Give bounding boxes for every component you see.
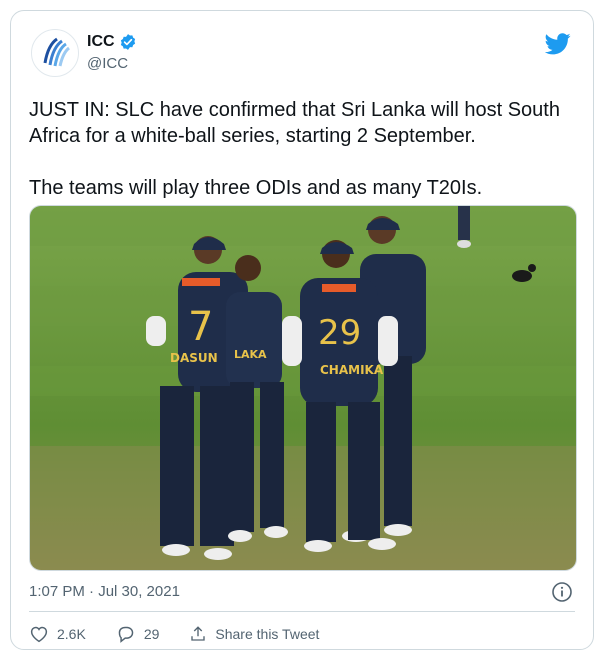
jersey-name: CHAMIKA: [320, 363, 384, 377]
jersey-name: DASUN: [170, 351, 218, 365]
reply-count: 29: [143, 626, 160, 642]
like-count: 2.6K: [57, 626, 86, 642]
tweet-text: JUST IN: SLC have confirmed that Sri Lan…: [29, 97, 589, 201]
heart-icon: [30, 626, 48, 643]
tweet-card: ICC @ICC JUST IN: SLC have confirmed tha…: [10, 10, 594, 650]
tweet-paragraph-1: JUST IN: SLC have confirmed that Sri Lan…: [29, 99, 560, 147]
tweet-actions: 2.6K 29 Share this Tweet: [29, 625, 319, 643]
like-button[interactable]: 2.6K: [29, 625, 86, 643]
tweet-timestamp[interactable]: 1:07 PM · Jul 30, 2021: [29, 583, 180, 600]
info-icon[interactable]: [551, 581, 573, 603]
account-name-row: ICC: [87, 33, 137, 51]
divider: [29, 611, 575, 612]
bird-on-field: [512, 270, 532, 282]
tweet-photo[interactable]: 7 DASUN LAKA 29 CHAMIKA: [29, 205, 577, 571]
verified-badge-icon: [120, 34, 135, 50]
icc-logo: [37, 35, 73, 71]
reply-button[interactable]: 29: [116, 625, 160, 643]
cricket-team-photo: 7 DASUN LAKA 29 CHAMIKA: [30, 206, 576, 570]
share-label: Share this Tweet: [215, 626, 320, 642]
jersey-number: 7: [188, 304, 213, 350]
account-handle[interactable]: @ICC: [87, 55, 128, 72]
share-button[interactable]: Share this Tweet: [189, 625, 319, 643]
reply-icon: [118, 626, 134, 643]
jersey-name: LAKA: [234, 348, 267, 361]
avatar[interactable]: [31, 29, 79, 77]
jersey-number: 29: [318, 313, 361, 353]
share-icon: [191, 626, 206, 641]
tweet-paragraph-2: The teams will play three ODIs and as ma…: [29, 177, 483, 199]
twitter-bird-icon[interactable]: [545, 33, 571, 55]
account-name[interactable]: ICC: [87, 33, 115, 51]
